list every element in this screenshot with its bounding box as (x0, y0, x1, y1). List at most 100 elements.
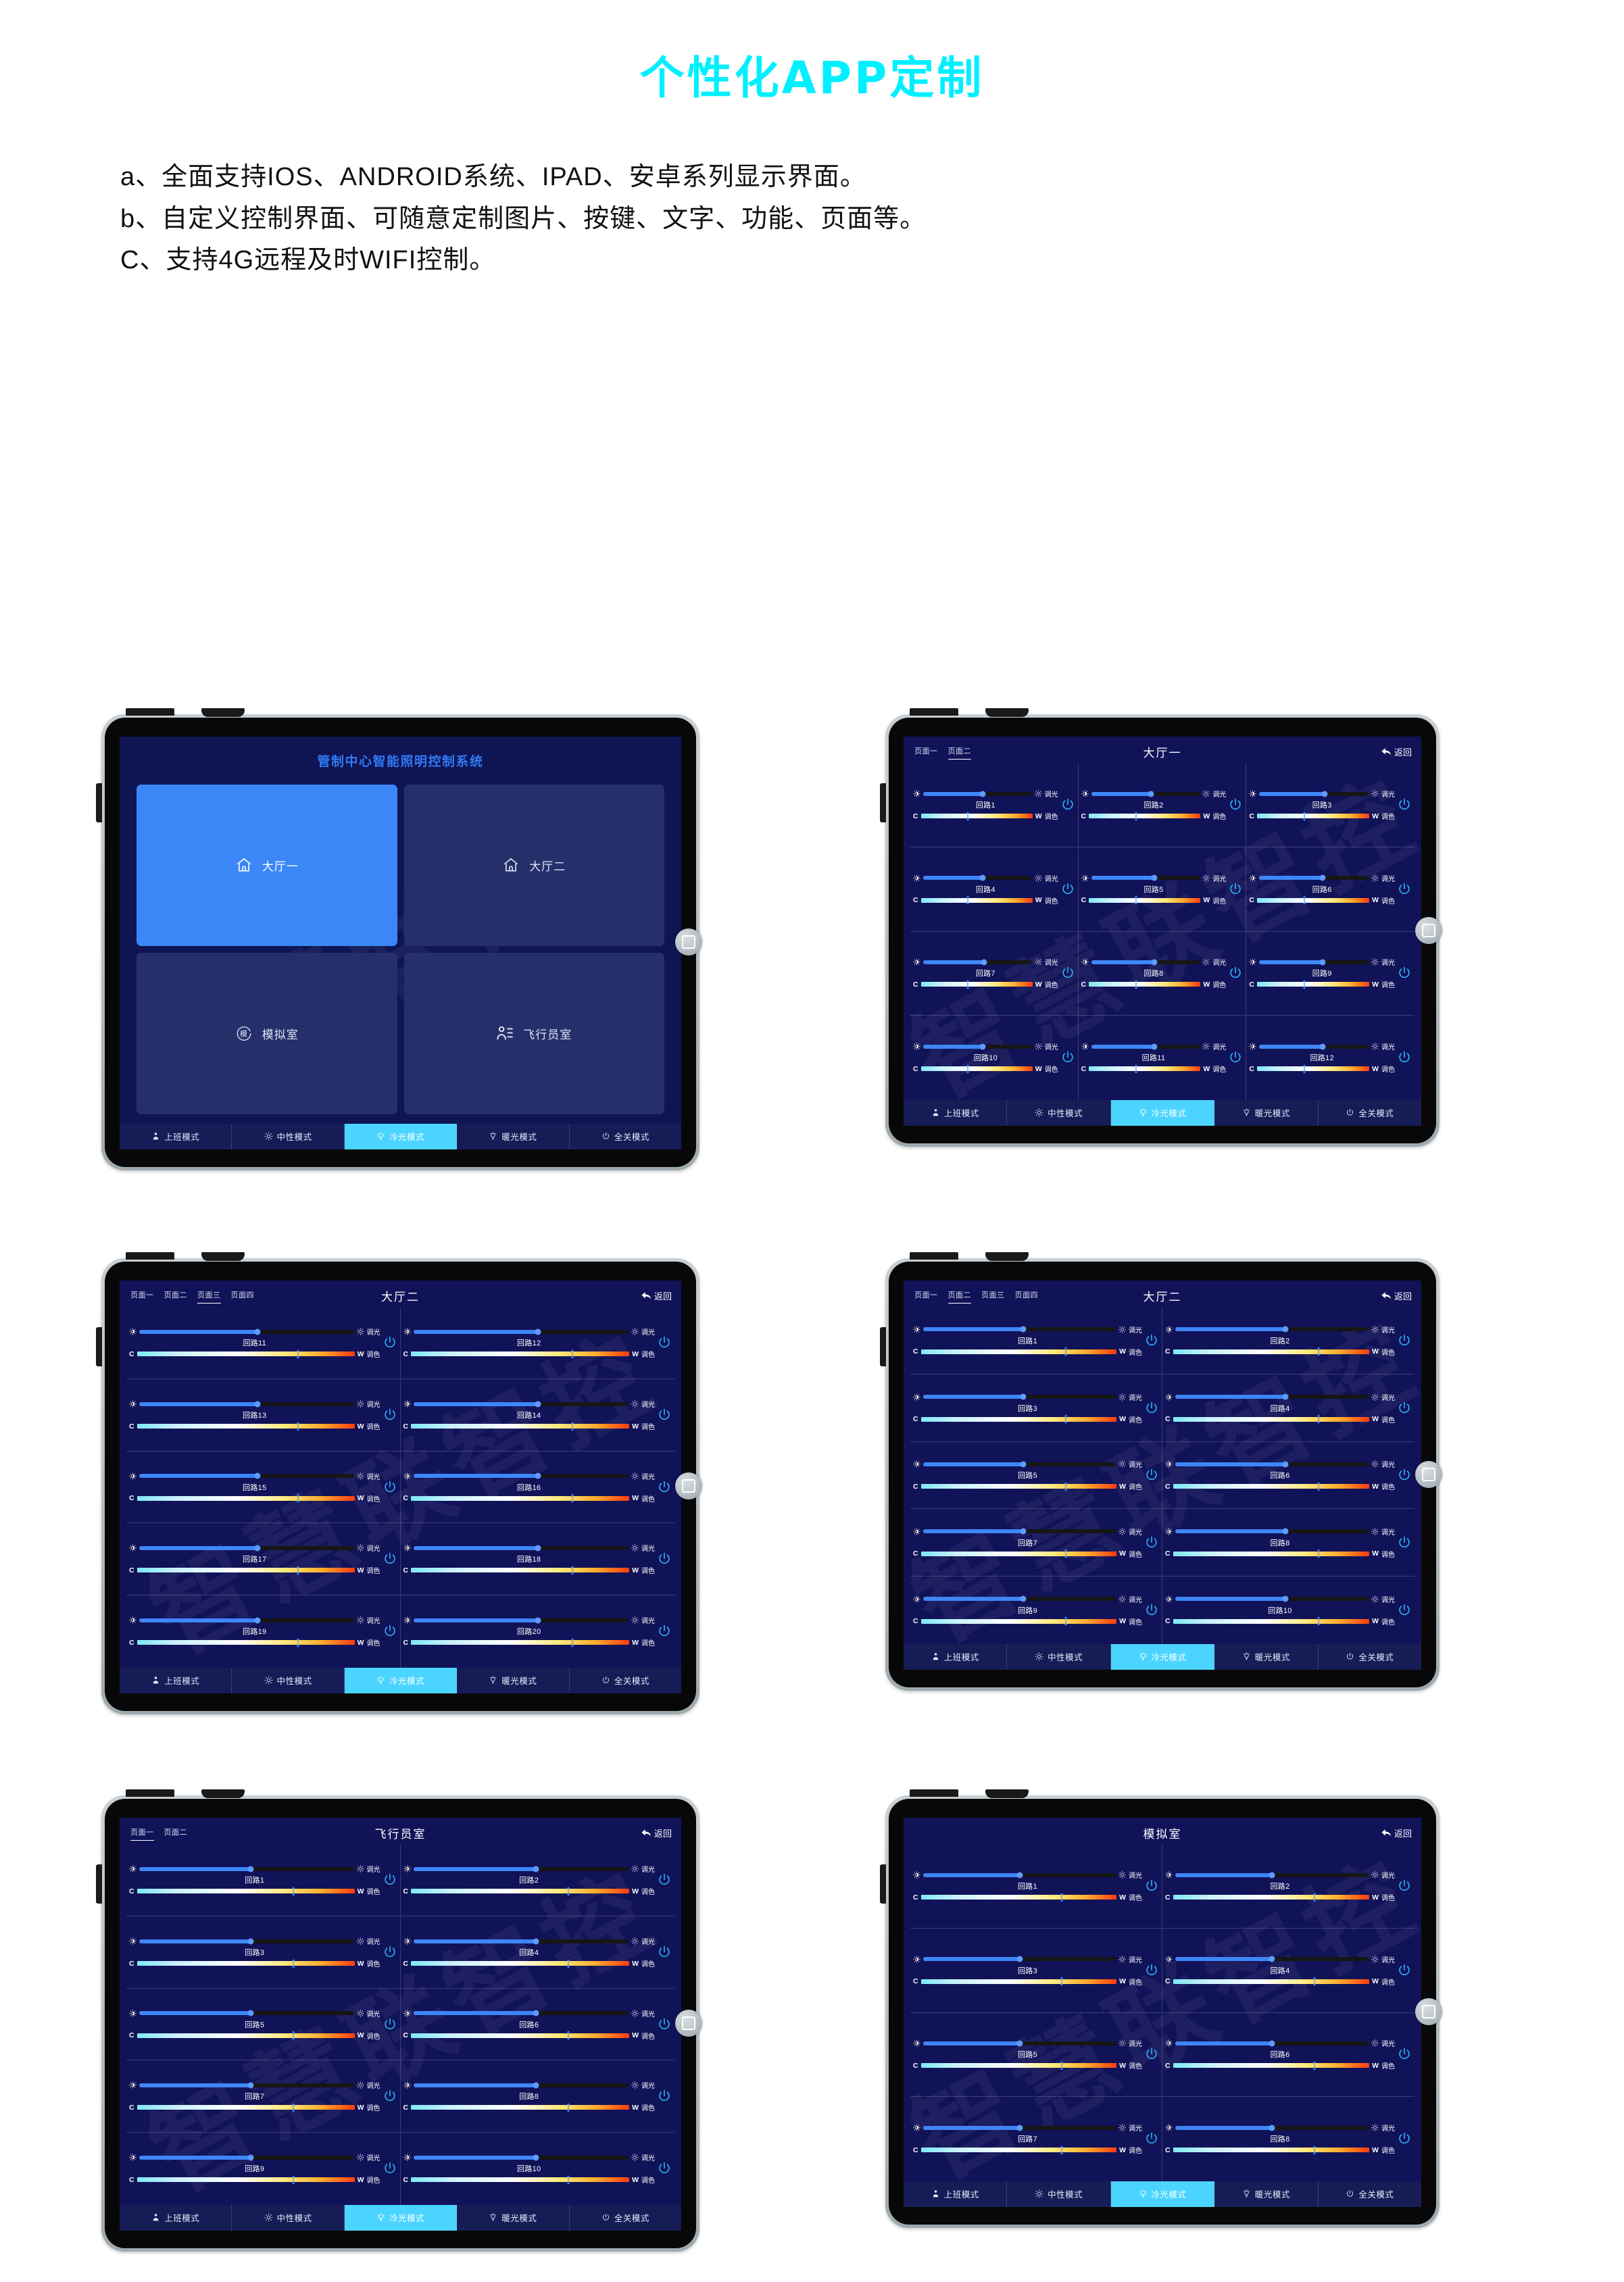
color-temp-slider[interactable] (1173, 2061, 1370, 2070)
page-tab-3[interactable]: 页面四 (231, 1289, 255, 1302)
mode-button-2[interactable]: 冷光模式 (1110, 2181, 1215, 2207)
power-side-button[interactable] (880, 1864, 886, 1904)
home-button[interactable] (675, 2010, 702, 2037)
color-temp-slider[interactable] (920, 1893, 1117, 1902)
circuit-power-button[interactable] (1144, 1535, 1159, 1550)
mode-button-0[interactable]: 上班模式 (120, 1667, 232, 1693)
circuit-power-button[interactable] (1228, 966, 1243, 981)
page-tab-3[interactable]: 页面四 (1015, 1289, 1039, 1302)
circuit-power-button[interactable] (1060, 882, 1075, 897)
brightness-slider[interactable] (413, 1401, 629, 1408)
mode-button-2[interactable]: 冷光模式 (344, 1123, 458, 1149)
circuit-power-button[interactable] (657, 1480, 672, 1495)
circuit-power-button[interactable] (657, 1408, 672, 1422)
brightness-slider[interactable] (923, 2040, 1116, 2047)
mode-button-2[interactable]: 冷光模式 (344, 1667, 458, 1693)
mode-button-1[interactable]: 中性模式 (1007, 1099, 1111, 1126)
color-temp-slider[interactable] (137, 1421, 355, 1431)
brightness-slider[interactable] (413, 2082, 629, 2089)
brightness-slider[interactable] (923, 791, 1032, 797)
page-tab-0[interactable]: 页面一 (914, 745, 938, 758)
brightness-slider[interactable] (923, 959, 1032, 966)
page-tab-0[interactable]: 页面一 (130, 1289, 154, 1302)
room-button-0[interactable]: 大厅一 (137, 784, 397, 946)
circuit-power-button[interactable] (1144, 1879, 1159, 1893)
page-tab-2[interactable]: 页面三 (197, 1289, 221, 1304)
power-side-button[interactable] (880, 783, 886, 822)
circuit-power-button[interactable] (1144, 2131, 1159, 2146)
color-temp-slider[interactable] (920, 2145, 1117, 2155)
home-button[interactable] (1415, 916, 1442, 944)
color-temp-slider[interactable] (137, 2031, 355, 2040)
brightness-slider[interactable] (923, 1528, 1116, 1535)
mode-button-3[interactable]: 暖光模式 (1214, 1099, 1319, 1126)
circuit-power-button[interactable] (1397, 1468, 1412, 1483)
volume-button-down[interactable] (201, 708, 245, 717)
mode-button-4[interactable]: 全关模式 (569, 1123, 681, 1149)
mode-button-4[interactable]: 全关模式 (569, 2204, 681, 2231)
home-button[interactable] (1415, 1460, 1442, 1488)
circuit-power-button[interactable] (657, 1872, 672, 1887)
power-side-button[interactable] (96, 783, 102, 822)
power-side-button[interactable] (96, 1326, 102, 1366)
circuit-power-button[interactable] (657, 1552, 672, 1566)
brightness-slider[interactable] (413, 1545, 629, 1552)
circuit-power-button[interactable] (383, 1480, 397, 1495)
color-temp-slider[interactable] (411, 1493, 630, 1503)
volume-button-up[interactable] (126, 1251, 174, 1260)
brightness-slider[interactable] (1259, 874, 1369, 881)
brightness-slider[interactable] (923, 1043, 1032, 1050)
mode-button-0[interactable]: 上班模式 (120, 1123, 232, 1149)
brightness-slider[interactable] (923, 1393, 1116, 1400)
circuit-power-button[interactable] (1228, 797, 1243, 812)
circuit-power-button[interactable] (657, 2089, 672, 2104)
volume-button-up[interactable] (910, 1789, 958, 1797)
brightness-slider[interactable] (139, 1617, 354, 1624)
brightness-slider[interactable] (413, 1472, 629, 1479)
mode-button-2[interactable]: 冷光模式 (344, 2204, 458, 2231)
back-button[interactable]: 返回 (641, 1827, 672, 1839)
mode-button-4[interactable]: 全关模式 (1318, 2181, 1421, 2207)
room-button-1[interactable]: 大厅二 (403, 784, 664, 946)
brightness-slider[interactable] (413, 1938, 629, 1945)
circuit-power-button[interactable] (383, 1945, 397, 1960)
color-temp-slider[interactable] (137, 1349, 355, 1359)
home-button[interactable] (675, 1472, 702, 1500)
circuit-power-button[interactable] (383, 2161, 397, 2176)
color-temp-slider[interactable] (411, 2031, 630, 2040)
color-temp-slider[interactable] (137, 1638, 355, 1647)
color-temp-slider[interactable] (920, 1616, 1117, 1627)
mode-button-1[interactable]: 中性模式 (1007, 2181, 1111, 2207)
color-temp-slider[interactable] (1256, 812, 1370, 821)
mode-button-1[interactable]: 中性模式 (232, 1667, 345, 1693)
brightness-slider[interactable] (139, 2010, 354, 2016)
color-temp-slider[interactable] (1173, 1977, 1370, 1987)
circuit-power-button[interactable] (383, 2017, 397, 2032)
color-temp-slider[interactable] (1173, 1549, 1370, 1559)
color-temp-slider[interactable] (1089, 895, 1201, 906)
color-temp-slider[interactable] (411, 1958, 630, 1968)
mode-button-3[interactable]: 暖光模式 (457, 2204, 570, 2231)
brightness-slider[interactable] (1091, 874, 1200, 881)
volume-button-up[interactable] (126, 708, 174, 716)
circuit-power-button[interactable] (1397, 2131, 1412, 2146)
circuit-power-button[interactable] (1228, 882, 1243, 897)
brightness-slider[interactable] (1259, 959, 1369, 966)
color-temp-slider[interactable] (1089, 812, 1201, 821)
color-temp-slider[interactable] (411, 1565, 630, 1575)
power-side-button[interactable] (880, 1326, 886, 1366)
brightness-slider[interactable] (413, 2154, 629, 2161)
color-temp-slider[interactable] (920, 812, 1033, 821)
mode-button-2[interactable]: 冷光模式 (1110, 1643, 1215, 1670)
page-tab-1[interactable]: 页面二 (164, 1289, 188, 1302)
back-button[interactable]: 返回 (641, 1289, 672, 1302)
circuit-power-button[interactable] (1397, 1963, 1412, 1978)
brightness-slider[interactable] (413, 1617, 629, 1624)
page-tab-1[interactable]: 页面二 (948, 1289, 972, 1304)
brightness-slider[interactable] (139, 2082, 354, 2089)
circuit-power-button[interactable] (1397, 2047, 1412, 2062)
brightness-slider[interactable] (923, 1956, 1116, 1962)
color-temp-slider[interactable] (920, 1481, 1117, 1491)
brightness-slider[interactable] (413, 2010, 629, 2016)
back-button[interactable]: 返回 (1381, 1827, 1412, 1839)
